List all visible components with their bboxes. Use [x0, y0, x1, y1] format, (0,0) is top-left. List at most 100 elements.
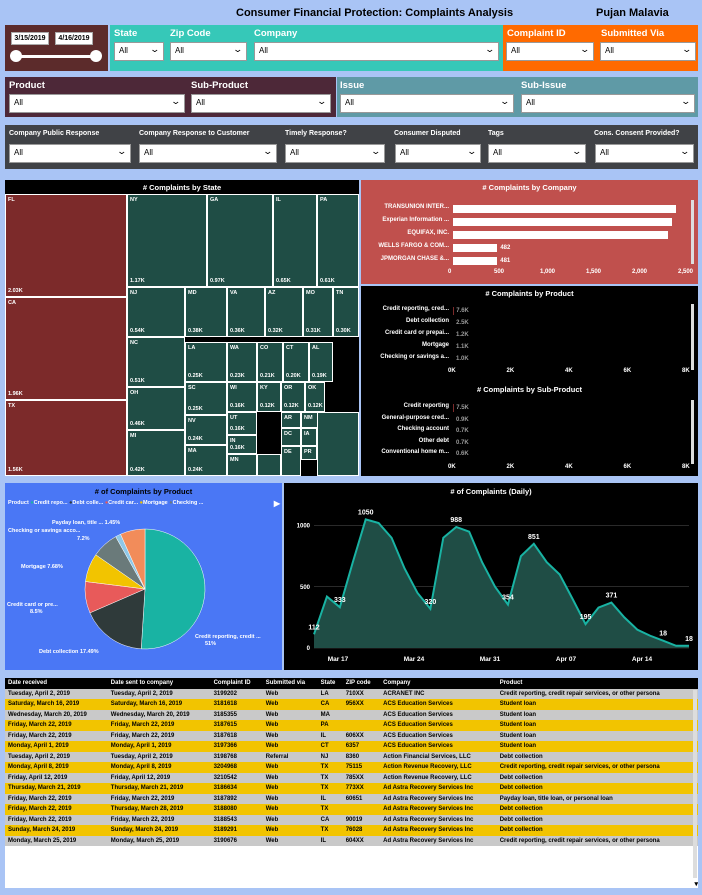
- date-to-input[interactable]: 4/16/2019: [55, 32, 93, 45]
- treemap-cell-tx[interactable]: TX 1.56K: [5, 400, 127, 476]
- treemap-cell-ky[interactable]: KY 0.12K: [257, 382, 281, 412]
- sub-issue-dropdown[interactable]: All ⌄: [521, 94, 695, 113]
- treemap-cell-in[interactable]: IN 0.16K: [227, 435, 257, 454]
- pie-slice[interactable]: [140, 528, 206, 650]
- table-cell: Friday, March 22, 2019: [8, 806, 72, 813]
- treemap-cell-tn[interactable]: TN 0.30K: [333, 287, 359, 337]
- bar[interactable]: [453, 218, 672, 226]
- chevron-down-icon: ⌄: [116, 146, 128, 156]
- table-row[interactable]: Monday, April 8, 2019 Monday, April 8, 20…: [5, 762, 698, 773]
- treemap-cell-pa[interactable]: PA 0.61K: [317, 194, 359, 287]
- table-cell: Friday, March 22, 2019: [8, 795, 72, 802]
- scrollbar[interactable]: [691, 200, 694, 264]
- date-range-slider[interactable]: [15, 55, 95, 58]
- table-cell: Friday, April 12, 2019: [8, 774, 68, 781]
- column-header[interactable]: Product: [496, 678, 698, 689]
- column-header[interactable]: State: [317, 678, 343, 689]
- treemap-cell-nj[interactable]: NJ 0.54K: [127, 287, 185, 337]
- table-cell: Web: [265, 785, 279, 792]
- timely-response-dropdown[interactable]: All ⌄: [285, 144, 385, 163]
- treemap-cell-mi[interactable]: MI 0.42K: [127, 430, 185, 476]
- treemap-cell-nv[interactable]: NV 0.24K: [185, 415, 227, 445]
- treemap-cell-mn[interactable]: MN: [227, 454, 257, 476]
- bar-category-label: Credit reporting: [403, 403, 449, 409]
- table-row[interactable]: Friday, March 22, 2019 Friday, March 22, …: [5, 730, 698, 741]
- treemap-cell-de[interactable]: DE: [281, 446, 301, 476]
- column-header[interactable]: Complaint ID: [210, 678, 263, 689]
- date-slider-start-handle[interactable]: [10, 50, 22, 62]
- treemap-cell-nc[interactable]: NC 0.51K: [127, 337, 185, 387]
- consent-dropdown[interactable]: All ⌄: [595, 144, 694, 163]
- submitted-via-dropdown[interactable]: All ⌄: [600, 42, 696, 61]
- treemap-cell-ma[interactable]: MA 0.24K: [185, 445, 227, 476]
- table-row[interactable]: Friday, March 22, 2019 Friday, March 22, …: [5, 814, 698, 825]
- treemap-cell-al[interactable]: AL 0.19K: [309, 342, 333, 382]
- column-header[interactable]: Company: [380, 678, 497, 689]
- column-header[interactable]: ZIP code: [342, 678, 381, 689]
- bar[interactable]: [453, 205, 676, 213]
- table-row[interactable]: Thursday, March 21, 2019 Thursday, March …: [5, 783, 698, 794]
- table-row[interactable]: Friday, March 22, 2019 Friday, March 22, …: [5, 720, 698, 731]
- response-to-customer-dropdown[interactable]: All ⌄: [139, 144, 277, 163]
- table-row[interactable]: Saturday, March 16, 2019 Saturday, March …: [5, 699, 698, 710]
- treemap-cell-pr[interactable]: PR: [301, 446, 317, 460]
- state-dropdown[interactable]: All ⌄: [114, 42, 164, 61]
- treemap-cell-ga[interactable]: GA 0.97K: [207, 194, 273, 287]
- issue-dropdown[interactable]: All ⌄: [340, 94, 514, 113]
- treemap-cell-ny[interactable]: NY 1.17K: [127, 194, 207, 287]
- bar[interactable]: [453, 244, 498, 252]
- treemap-cell-ar[interactable]: AR: [281, 412, 301, 428]
- scroll-down-icon[interactable]: ▾: [694, 880, 698, 888]
- treemap-cell-oh[interactable]: OH 0.46K: [127, 387, 185, 430]
- treemap-cell-other[interactable]: [257, 454, 281, 476]
- column-header[interactable]: Submitted via: [262, 678, 318, 689]
- date-from-input[interactable]: 3/15/2019: [11, 32, 49, 45]
- treemap-cell-ia[interactable]: IA: [301, 428, 317, 446]
- sub-product-dropdown[interactable]: All ⌄: [191, 94, 331, 113]
- consumer-disputed-dropdown[interactable]: All ⌄: [395, 144, 481, 163]
- tags-dropdown[interactable]: All ⌄: [488, 144, 586, 163]
- treemap-cell-sc[interactable]: SC 0.25K: [185, 382, 227, 415]
- table-row[interactable]: Monday, April 1, 2019 Monday, April 1, 20…: [5, 741, 698, 752]
- table-row[interactable]: Tuesday, April 2, 2019 Tuesday, April 2, …: [5, 751, 698, 762]
- treemap-cell-wi[interactable]: WI 0.16K: [227, 382, 257, 412]
- treemap-cell-mo[interactable]: MO 0.31K: [303, 287, 333, 337]
- complaint-id-dropdown[interactable]: All ⌄: [506, 42, 594, 61]
- zip-dropdown[interactable]: All ⌄: [170, 42, 247, 61]
- table-row[interactable]: Friday, March 22, 2019 Thursday, March 28…: [5, 804, 698, 815]
- treemap-cell-dc[interactable]: DC: [281, 428, 301, 446]
- table-row[interactable]: Monday, March 25, 2019 Monday, March 25, …: [5, 835, 698, 846]
- table-row[interactable]: Friday, April 12, 2019 Friday, April 12, …: [5, 772, 698, 783]
- column-header[interactable]: Date received: [5, 678, 108, 689]
- table-row[interactable]: Friday, March 22, 2019 Friday, March 22, …: [5, 793, 698, 804]
- treemap-cell-other[interactable]: [317, 412, 359, 476]
- column-header[interactable]: Date sent to company: [107, 678, 211, 689]
- treemap-cell-wa[interactable]: WA 0.23K: [227, 342, 257, 382]
- table-row[interactable]: Sunday, March 24, 2019 Sunday, March 24, …: [5, 825, 698, 836]
- product-dropdown[interactable]: All ⌄: [9, 94, 185, 113]
- bar[interactable]: [453, 231, 669, 239]
- treemap-cell-fl[interactable]: FL 2.03K: [5, 194, 127, 297]
- bar[interactable]: [453, 257, 498, 265]
- treemap-cell-va[interactable]: VA 0.36K: [227, 287, 265, 337]
- treemap-cell-la[interactable]: LA 0.25K: [185, 342, 227, 382]
- table-row[interactable]: Tuesday, April 2, 2019 Tuesday, April 2, …: [5, 688, 698, 699]
- table-cell: Ad Astra Recovery Services Inc: [383, 816, 474, 823]
- scrollbar[interactable]: [693, 690, 697, 878]
- public-response-dropdown[interactable]: All ⌄: [9, 144, 131, 163]
- treemap-cell-il[interactable]: IL 0.65K: [273, 194, 317, 287]
- treemap-cell-or[interactable]: OR 0.12K: [281, 382, 305, 412]
- treemap-cell-co[interactable]: CO 0.21K: [257, 342, 283, 382]
- scrollbar[interactable]: [691, 304, 694, 370]
- date-slider-end-handle[interactable]: [90, 50, 102, 62]
- treemap-cell-az[interactable]: AZ 0.32K: [265, 287, 303, 337]
- treemap-cell-ut[interactable]: UT 0.16K: [227, 412, 257, 435]
- scrollbar[interactable]: [691, 400, 694, 464]
- treemap-cell-ok[interactable]: OK 0.12K: [305, 382, 325, 412]
- table-row[interactable]: Wednesday, March 20, 2019 Wednesday, Marc…: [5, 709, 698, 720]
- company-dropdown[interactable]: All ⌄: [254, 42, 499, 61]
- treemap-cell-ca[interactable]: CA 1.96K: [5, 297, 127, 400]
- treemap-cell-md[interactable]: MD 0.38K: [185, 287, 227, 337]
- chevron-down-icon: ⌄: [571, 146, 583, 156]
- treemap-cell-ct[interactable]: CT 0.20K: [283, 342, 309, 382]
